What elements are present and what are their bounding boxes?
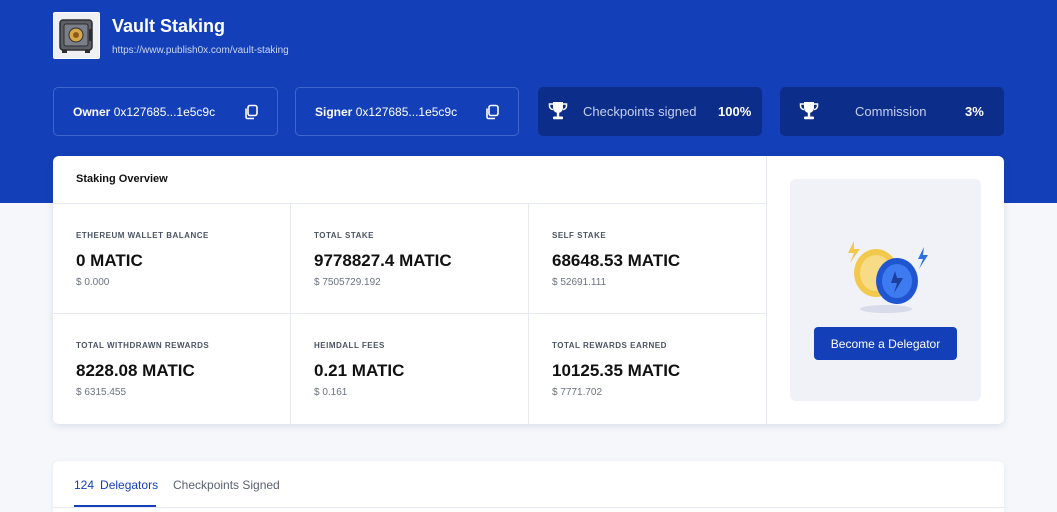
stat-label: TOTAL WITHDRAWN REWARDS: [76, 341, 210, 350]
checkpoints-value: 100%: [718, 104, 752, 119]
stat-value: 10125.35 MATIC: [552, 361, 681, 380]
stat-total-withdrawn-rewards: TOTAL WITHDRAWN REWARDS 8228.08 MATIC $ …: [53, 314, 291, 424]
checkpoints-label: Checkpoints signed: [583, 104, 697, 119]
stat-usd: $ 7771.702: [552, 387, 603, 398]
page-url[interactable]: https://www.publish0x.com/vault-staking: [112, 45, 289, 56]
signer-address: 0x127685...1e5c9c: [355, 105, 458, 119]
page-title: Vault Staking: [112, 16, 226, 36]
owner-card: Owner 0x127685...1e5c9c: [53, 87, 278, 136]
stat-heimdall-fees: HEIMDALL FEES 0.21 MATIC $ 0.161: [291, 314, 529, 424]
copy-icon[interactable]: [243, 104, 259, 120]
tab-checkpoints-signed[interactable]: Checkpoints Signed: [173, 478, 280, 492]
stat-usd: $ 0.161: [314, 387, 348, 398]
commission-card: Commission 3%: [780, 87, 1004, 136]
stat-value: 0.21 MATIC: [314, 361, 405, 380]
signer-label: Signer: [315, 105, 353, 119]
stat-label: ETHEREUM WALLET BALANCE: [76, 231, 209, 240]
signer-card: Signer 0x127685...1e5c9c: [295, 87, 519, 136]
tab-delegators-label: Delegators: [100, 478, 159, 492]
staking-overview-panel: Staking Overview ETHEREUM WALLET BALANCE…: [53, 156, 1004, 424]
stat-total-stake: TOTAL STAKE 9778827.4 MATIC $ 7505729.19…: [291, 204, 529, 314]
delegator-promo: Become a Delegator: [790, 179, 981, 401]
stat-value: 0 MATIC: [76, 251, 143, 270]
stat-label: TOTAL REWARDS EARNED: [552, 341, 667, 350]
vault-safe-icon: [53, 12, 100, 59]
delegators-count: 124: [74, 478, 95, 492]
owner-address: 0x127685...1e5c9c: [113, 105, 216, 119]
commission-label: Commission: [855, 104, 927, 119]
staking-overview-title: Staking Overview: [76, 173, 168, 185]
trophy-icon: [547, 100, 569, 122]
stat-usd: $ 6315.455: [76, 387, 127, 398]
trophy-icon: [798, 100, 820, 122]
stat-label: TOTAL STAKE: [314, 231, 375, 240]
tab-delegators[interactable]: 124 Delegators: [74, 478, 158, 492]
checkpoints-signed-card: Checkpoints signed 100%: [538, 87, 762, 136]
become-delegator-button[interactable]: Become a Delegator: [814, 327, 957, 360]
commission-value: 3%: [965, 104, 984, 119]
divider: [53, 507, 1004, 508]
stat-usd: $ 7505729.192: [314, 277, 381, 288]
stat-value: 8228.08 MATIC: [76, 361, 195, 380]
stat-label: HEIMDALL FEES: [314, 341, 385, 350]
owner-label: Owner: [73, 105, 111, 119]
stat-self-stake: SELF STAKE 68648.53 MATIC $ 52691.111: [529, 204, 767, 314]
stat-total-rewards-earned: TOTAL REWARDS EARNED 10125.35 MATIC $ 77…: [529, 314, 767, 424]
coin-lightning-icon: [840, 229, 930, 319]
stat-usd: $ 52691.111: [552, 277, 607, 288]
stat-ethereum-wallet-balance: ETHEREUM WALLET BALANCE 0 MATIC $ 0.000: [53, 204, 291, 314]
stat-value: 9778827.4 MATIC: [314, 251, 452, 270]
stat-label: SELF STAKE: [552, 231, 607, 240]
stat-usd: $ 0.000: [76, 277, 110, 288]
stat-value: 68648.53 MATIC: [552, 251, 681, 270]
copy-icon[interactable]: [484, 104, 500, 120]
delegators-tabs-panel: 124 Delegators Checkpoints Signed: [53, 461, 1004, 512]
